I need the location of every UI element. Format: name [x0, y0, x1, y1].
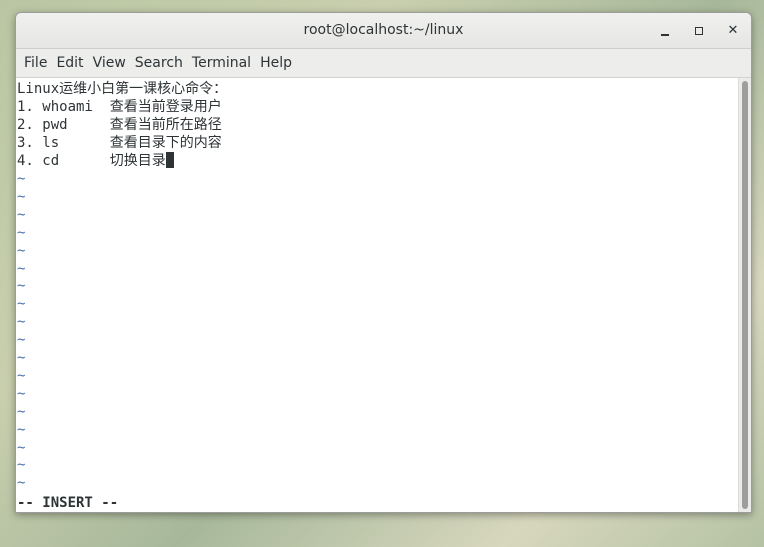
text-cursor [165, 152, 174, 168]
close-button[interactable]: ✕ [724, 22, 742, 40]
maximize-button[interactable] [690, 22, 708, 40]
tilde-line: ~ [17, 332, 26, 348]
tilde-line: ~ [17, 189, 26, 205]
title-bar[interactable]: root@localhost:~/linux ✕ [16, 13, 751, 49]
menu-terminal[interactable]: Terminal [190, 55, 258, 71]
tilde-line: ~ [17, 225, 26, 241]
menu-view[interactable]: View [91, 55, 133, 71]
tilde-line: ~ [17, 314, 26, 330]
editor-line-5: 4. cd 切换目录 [17, 152, 174, 170]
tilde-line: ~ [17, 475, 26, 491]
scrollbar[interactable] [738, 78, 751, 512]
editor-line-3: 2. pwd 查看当前所在路径 [17, 117, 222, 133]
terminal-text-area[interactable]: Linux运维小白第一课核心命令： 1. whoami 查看当前登录用户 2. … [16, 78, 739, 512]
minimize-icon [661, 34, 669, 36]
close-icon: ✕ [727, 23, 739, 38]
menu-bar: File Edit View Search Terminal Help [16, 49, 751, 78]
maximize-icon [695, 27, 703, 35]
tilde-line: ~ [17, 296, 26, 312]
minimize-button[interactable] [656, 22, 674, 40]
editor-line-1: Linux运维小白第一课核心命令： [17, 81, 228, 97]
vim-mode-status: -- INSERT -- [17, 495, 119, 511]
tilde-line: ~ [17, 207, 26, 223]
editor-line-4: 3. ls 查看目录下的内容 [17, 135, 222, 151]
window-title: root@localhost:~/linux [303, 22, 464, 38]
menu-help[interactable]: Help [258, 55, 299, 71]
tilde-line: ~ [17, 386, 26, 402]
menu-search[interactable]: Search [133, 55, 190, 71]
tilde-line: ~ [17, 350, 26, 366]
tilde-line: ~ [17, 171, 26, 187]
scrollbar-thumb[interactable] [742, 81, 748, 509]
terminal-window: root@localhost:~/linux ✕ File Edit View … [15, 12, 752, 513]
tilde-line: ~ [17, 243, 26, 259]
tilde-line: ~ [17, 261, 26, 277]
tilde-line: ~ [17, 440, 26, 456]
tilde-line: ~ [17, 457, 26, 473]
editor-line-5-text: 4. cd 切换目录 [17, 153, 166, 169]
editor-line-2: 1. whoami 查看当前登录用户 [17, 99, 222, 115]
tilde-line: ~ [17, 404, 26, 420]
tilde-line: ~ [17, 368, 26, 384]
menu-file[interactable]: File [22, 55, 54, 71]
tilde-line: ~ [17, 278, 26, 294]
tilde-line: ~ [17, 422, 26, 438]
menu-edit[interactable]: Edit [54, 55, 90, 71]
